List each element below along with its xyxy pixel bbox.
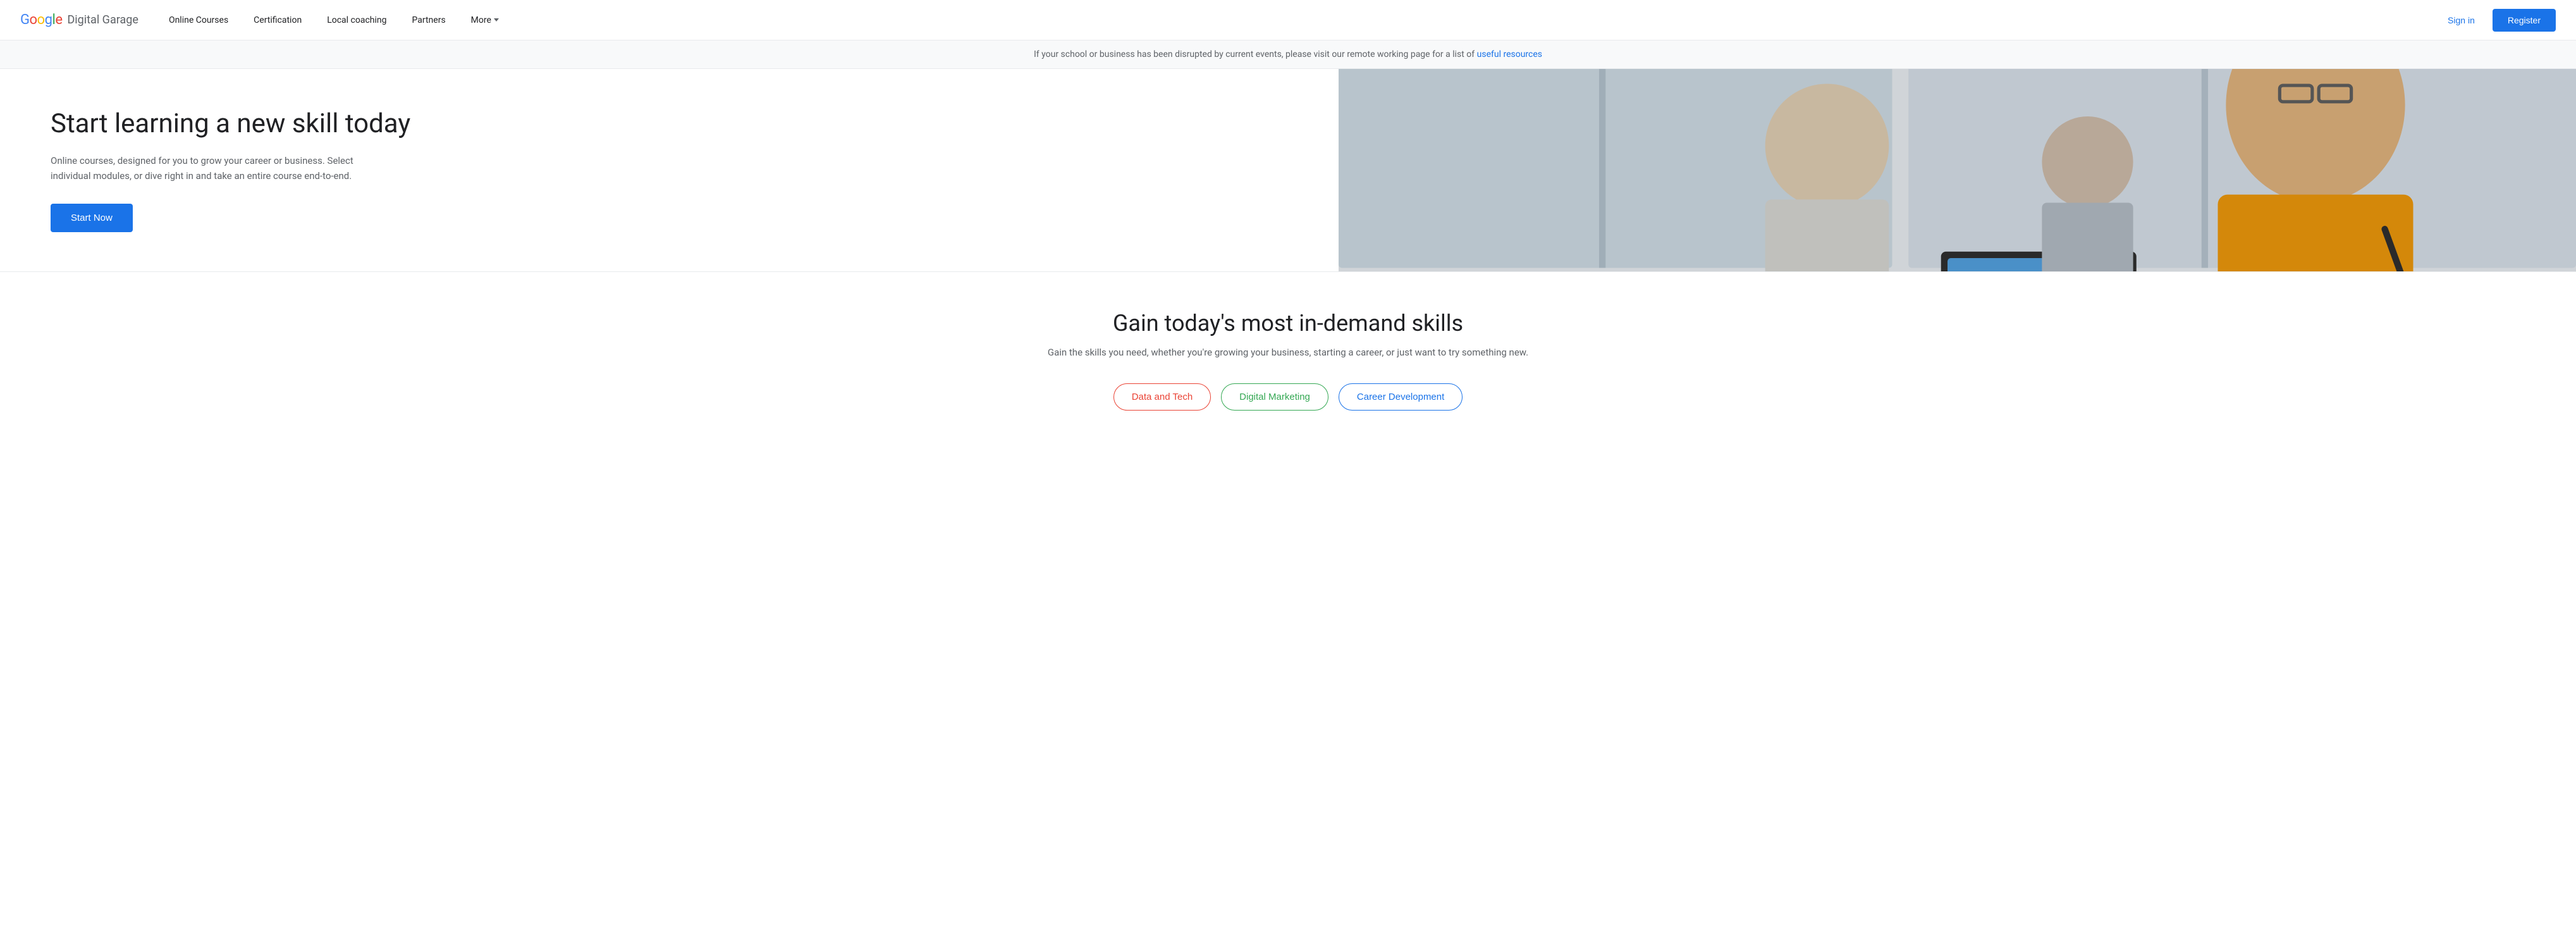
skills-description: Gain the skills you need, whether you're… bbox=[20, 347, 2556, 358]
alert-banner: If your school or business has been disr… bbox=[0, 40, 2576, 69]
nav-local-coaching[interactable]: Local coaching bbox=[317, 10, 396, 30]
hero-title: Start learning a new skill today bbox=[51, 108, 1288, 140]
alert-link[interactable]: useful resources bbox=[1477, 49, 1542, 59]
navbar: Google Digital Garage Online Courses Cer… bbox=[0, 0, 2576, 40]
start-now-button[interactable]: Start Now bbox=[51, 204, 133, 232]
chevron-down-icon bbox=[494, 18, 499, 22]
hero-image bbox=[1339, 69, 2576, 271]
google-logo: Google bbox=[20, 12, 62, 28]
hero-image-svg bbox=[1339, 69, 2576, 271]
tab-data-tech[interactable]: Data and Tech bbox=[1113, 383, 1211, 411]
hero-section: Start learning a new skill today Online … bbox=[0, 69, 2576, 271]
tab-digital-marketing[interactable]: Digital Marketing bbox=[1221, 383, 1328, 411]
nav-certification[interactable]: Certification bbox=[243, 10, 312, 30]
logo-area[interactable]: Google Digital Garage bbox=[20, 12, 138, 28]
alert-text: If your school or business has been disr… bbox=[1034, 49, 1477, 59]
tab-career-development[interactable]: Career Development bbox=[1339, 383, 1463, 411]
nav-more[interactable]: More bbox=[461, 10, 509, 30]
hero-content: Start learning a new skill today Online … bbox=[0, 69, 1339, 271]
skills-title: Gain today's most in-demand skills bbox=[20, 310, 2556, 337]
skills-section: Gain today's most in-demand skills Gain … bbox=[0, 271, 2576, 436]
skills-tabs: Data and Tech Digital Marketing Career D… bbox=[20, 383, 2556, 411]
nav-links: Online Courses Certification Local coach… bbox=[159, 10, 2438, 30]
nav-actions: Sign in Register bbox=[2438, 9, 2556, 32]
brand-name: Digital Garage bbox=[67, 13, 138, 27]
nav-online-courses[interactable]: Online Courses bbox=[159, 10, 238, 30]
register-button[interactable]: Register bbox=[2493, 9, 2556, 32]
logo: Google Digital Garage bbox=[20, 12, 138, 28]
sign-in-button[interactable]: Sign in bbox=[2438, 10, 2485, 30]
hero-description: Online courses, designed for you to grow… bbox=[51, 153, 354, 183]
nav-partners[interactable]: Partners bbox=[402, 10, 456, 30]
